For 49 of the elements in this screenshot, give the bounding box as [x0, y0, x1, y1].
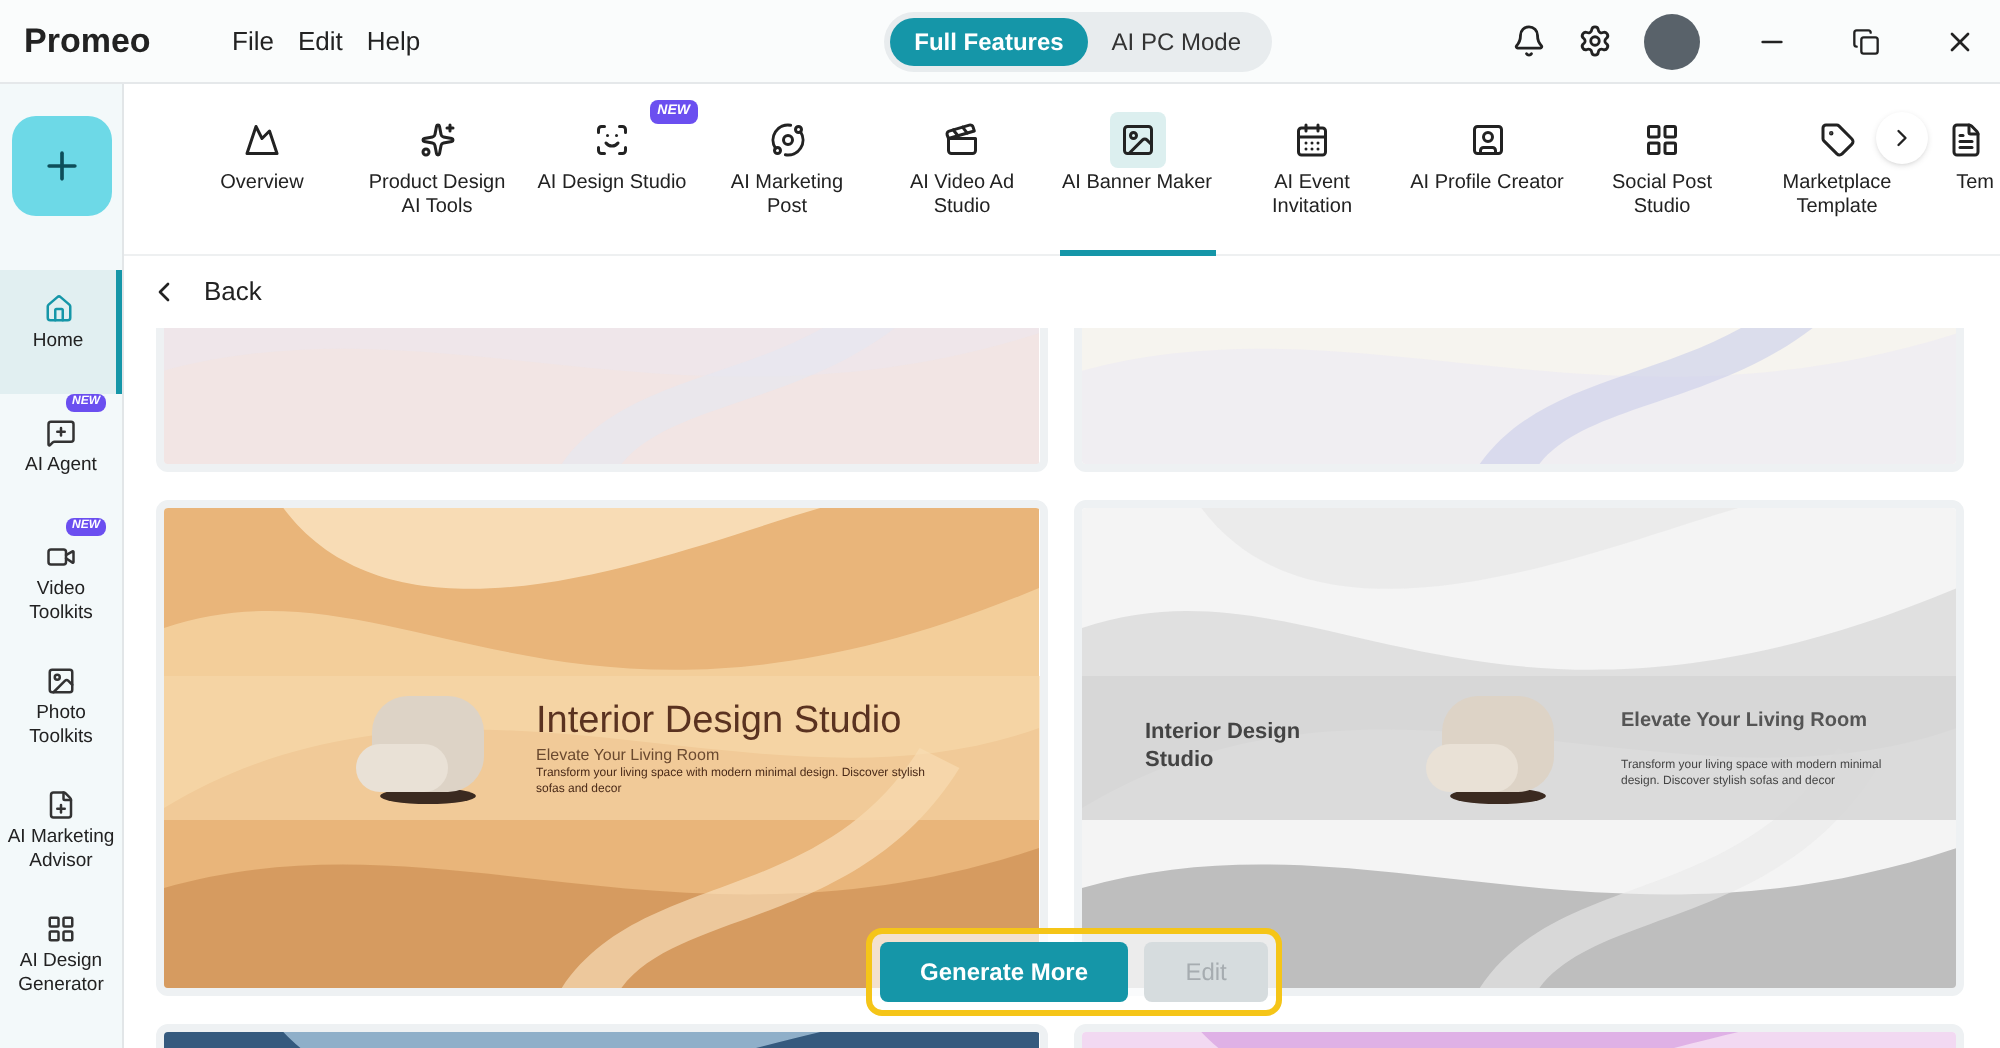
mountain-icon [244, 121, 280, 157]
document-plus-icon [46, 790, 76, 820]
app-title: Promeo [24, 19, 153, 64]
sidebar-item[interactable]: Home [0, 270, 122, 394]
video-camera-icon [46, 542, 76, 572]
banner-title: Interior Design Studio [1145, 720, 1303, 776]
restore-icon[interactable] [1852, 27, 1880, 55]
back-button[interactable]: Back [148, 272, 262, 312]
calendar-icon [1294, 121, 1330, 157]
document-icon [1948, 121, 1984, 157]
sidebar-item[interactable]: AI Design Generator [0, 890, 122, 1014]
banner-subtitle: Elevate Your Living Room [1621, 708, 1869, 736]
banner-title: Interior Design Studio [536, 697, 904, 745]
sidebar-item[interactable]: Photo Toolkits [0, 642, 122, 766]
tool-tab[interactable]: Social Post Studio [1584, 83, 1740, 255]
image-icon [46, 666, 76, 696]
banner-subtitle: Elevate Your Living Room [536, 744, 722, 767]
mode-tab[interactable]: Full Features [890, 17, 1088, 65]
settings-icon[interactable] [1578, 24, 1612, 58]
home-icon [43, 294, 73, 324]
grid-icon [46, 914, 76, 944]
grid-icon [1644, 121, 1680, 157]
sparkle-icon [419, 121, 455, 157]
tool-tab[interactable]: AI Video Ad Studio [884, 83, 1040, 255]
menu-item[interactable]: Help [366, 21, 421, 61]
tool-tab[interactable]: Product Design AI Tools [359, 83, 515, 255]
menu-item[interactable]: Edit [297, 21, 343, 61]
next-button[interactable] [1876, 112, 1928, 164]
orbit-icon [769, 121, 805, 157]
tool-tab[interactable]: AI Profile Creator [1409, 83, 1565, 255]
tool-tab[interactable]: Overview [184, 83, 340, 255]
tool-tab[interactable]: Marketplace Template [1759, 83, 1915, 255]
face-scan-icon [594, 121, 630, 157]
add-button[interactable] [11, 116, 111, 216]
profile-icon [1469, 121, 1505, 157]
action-button[interactable]: Generate More [880, 942, 1129, 1002]
avatar[interactable] [1644, 13, 1700, 69]
clapperboard-icon [944, 121, 980, 157]
sidebar-item[interactable]: AI Marketing Advisor [0, 766, 122, 890]
tag-icon [1819, 121, 1855, 157]
tool-tab[interactable]: Tem [1934, 83, 1994, 255]
tool-tab[interactable]: AI Event Invitation [1234, 83, 1390, 255]
tool-tab[interactable]: AI Banner Maker [1059, 83, 1215, 255]
tool-tab[interactable]: AI Marketing Post [709, 83, 865, 255]
mode-tab[interactable]: AI PC Mode [1087, 17, 1265, 65]
chat-icon [46, 418, 76, 448]
image-icon [1119, 121, 1155, 157]
menu-item[interactable]: File [232, 21, 274, 61]
notification-icon[interactable] [1512, 24, 1546, 58]
